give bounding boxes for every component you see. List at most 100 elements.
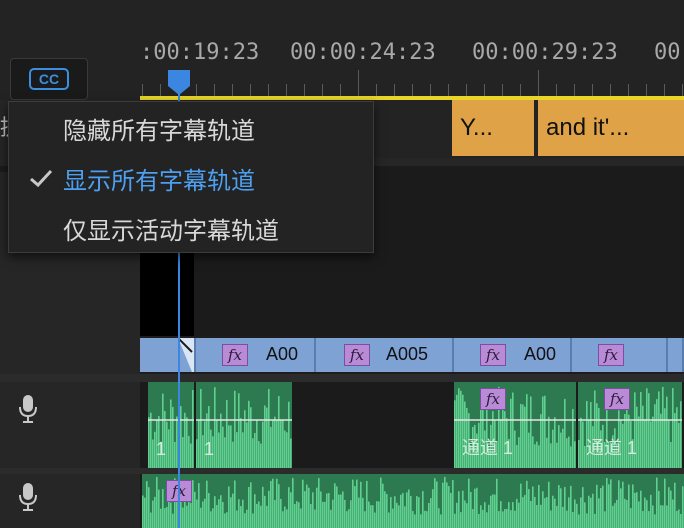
video-clip[interactable]: fx A005: [316, 338, 454, 372]
time-ruler[interactable]: :00:19:23 00:00:24:23 00:00:29:23 00: [140, 0, 684, 100]
waveform-bar: [356, 479, 358, 528]
waveform-bar: [554, 498, 556, 528]
waveform-bar: [298, 502, 300, 528]
waveform-bar: [582, 421, 584, 468]
waveform-bar: [670, 490, 672, 528]
waveform-bar: [202, 501, 204, 528]
waveform-bar: [472, 509, 474, 528]
waveform-bar: [200, 388, 202, 468]
menu-item-show-all-captions[interactable]: 显示所有字幕轨道: [9, 152, 373, 202]
waveform-bar: [316, 487, 318, 528]
waveform-bar: [186, 417, 188, 468]
waveform-bar: [528, 489, 530, 528]
caption-clip[interactable]: Y...: [452, 100, 534, 156]
waveform-bar: [678, 422, 680, 468]
waveform-bar: [498, 511, 500, 528]
video-clip[interactable]: [668, 338, 684, 372]
waveform-bar: [372, 505, 374, 528]
fx-badge-icon[interactable]: fx: [480, 388, 506, 410]
waveform-bar: [222, 502, 224, 528]
waveform-bar: [256, 503, 258, 528]
waveform-bar: [206, 480, 208, 528]
waveform-bar: [450, 492, 452, 528]
waveform-bar: [520, 483, 522, 528]
audio-clip[interactable]: fx 通道 1: [578, 382, 684, 468]
waveform-bar: [646, 500, 648, 528]
waveform-bar: [194, 491, 196, 528]
waveform-bar: [390, 497, 392, 528]
waveform-bar: [624, 498, 626, 528]
waveform-bar: [564, 486, 566, 528]
audio-clip[interactable]: fx: [142, 474, 684, 528]
ruler-tick: [358, 70, 359, 96]
waveform-bar: [302, 479, 304, 528]
waveform-bar: [622, 481, 624, 528]
waveform-bar: [634, 492, 636, 528]
waveform-bar: [522, 404, 524, 468]
waveform-bar: [502, 511, 504, 528]
waveform-bar: [220, 413, 222, 468]
video-track-v1[interactable]: [140, 250, 684, 336]
track-divider: [0, 374, 684, 382]
waveform-bar: [678, 509, 680, 528]
waveform-bar: [504, 509, 506, 528]
video-clip[interactable]: fx A00: [196, 338, 316, 372]
waveform-bar: [386, 494, 388, 528]
waveform-bar: [214, 387, 216, 468]
ruler-tick: [286, 84, 287, 96]
waveform-bar: [146, 481, 148, 528]
fx-badge-icon[interactable]: fx: [598, 344, 624, 366]
waveform-bar: [282, 420, 284, 468]
waveform-bar: [414, 514, 416, 528]
ruler-tick: [502, 84, 503, 96]
waveform-bar: [424, 510, 426, 528]
waveform-bar: [556, 442, 558, 468]
waveform-bar: [408, 489, 410, 528]
waveform-bar: [224, 513, 226, 528]
waveform-bar: [464, 500, 466, 528]
waveform-bar: [264, 495, 266, 528]
waveform-bar: [448, 486, 450, 528]
audio-clip[interactable]: fx 通道 1: [454, 382, 578, 468]
playhead-icon[interactable]: [166, 68, 192, 96]
waveform-bar: [672, 387, 674, 468]
cc-icon: CC: [29, 68, 69, 90]
timecode-label: 00:00:24:23: [290, 40, 436, 65]
video-clip-track-header[interactable]: [0, 336, 140, 374]
waveform-bar: [550, 510, 552, 528]
menu-item-hide-all-captions[interactable]: 隐藏所有字幕轨道: [9, 102, 373, 152]
waveform-bar: [272, 478, 274, 528]
audio-clip[interactable]: 1: [148, 382, 196, 468]
fx-badge-icon[interactable]: fx: [344, 344, 370, 366]
microphone-icon[interactable]: [18, 394, 38, 424]
microphone-icon[interactable]: [18, 482, 38, 512]
waveform-bar: [158, 489, 160, 528]
video-clip-black[interactable]: [140, 250, 194, 336]
fx-badge-icon[interactable]: fx: [604, 388, 630, 410]
video-clip[interactable]: fx: [572, 338, 668, 372]
video-clip[interactable]: fx A00: [454, 338, 572, 372]
fx-badge-icon[interactable]: fx: [480, 344, 506, 366]
audio-clip[interactable]: 1: [196, 382, 294, 468]
waveform-bar: [250, 407, 252, 468]
waveform-bar: [452, 479, 454, 528]
waveform-bar: [352, 479, 354, 528]
waveform-bar: [322, 501, 324, 528]
video-track-header-v1[interactable]: [0, 250, 140, 336]
waveform-bar: [610, 479, 612, 528]
clip-label: 1: [156, 439, 167, 459]
fx-badge-icon[interactable]: fx: [222, 344, 248, 366]
waveform-bar: [676, 510, 678, 528]
waveform-bar: [144, 497, 146, 528]
waveform-bar: [572, 511, 574, 528]
waveform-bar: [248, 486, 250, 528]
waveform-bar: [384, 491, 386, 528]
caption-clip[interactable]: and it'...: [538, 100, 684, 156]
captions-toggle-button[interactable]: CC: [10, 58, 88, 100]
waveform-bar: [426, 511, 428, 528]
clip-label: A00: [524, 344, 557, 364]
waveform-bar: [236, 432, 238, 468]
video-clip[interactable]: [140, 338, 196, 372]
waveform-bar: [162, 488, 164, 528]
menu-item-show-active-captions[interactable]: 仅显示活动字幕轨道: [9, 202, 373, 252]
